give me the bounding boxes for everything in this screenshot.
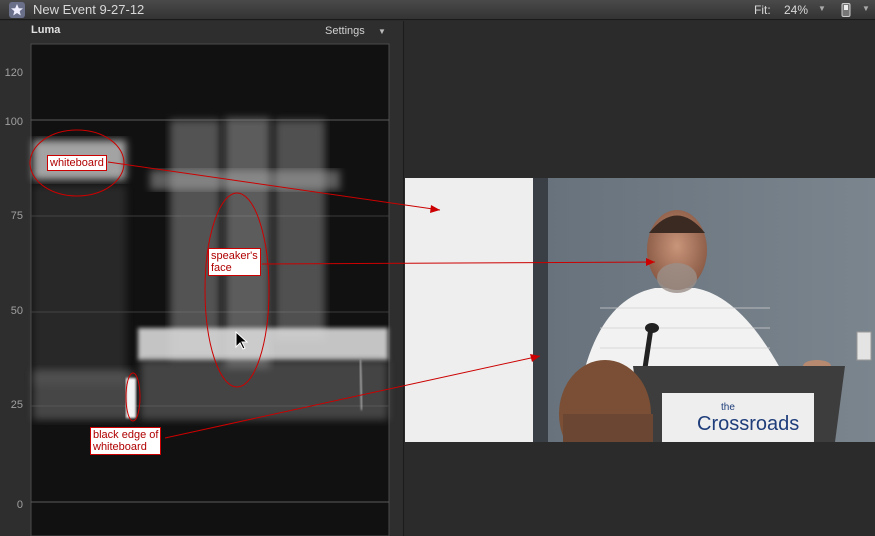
annotation-black-edge: black edge of whiteboard — [90, 427, 162, 455]
annotation-whiteboard: whiteboard — [47, 155, 107, 171]
annotation-speakers-face: speaker's face — [208, 248, 261, 276]
sign-text-crossroads: Crossroads — [697, 413, 799, 435]
fit-label: Fit: — [754, 3, 771, 17]
viewer-switch-icon[interactable] — [841, 3, 851, 17]
zoom-value[interactable]: 24% — [784, 3, 808, 17]
mouse-cursor-icon — [235, 331, 249, 350]
sign-text-the: the — [721, 402, 735, 413]
luma-waveform — [30, 43, 390, 536]
zoom-dropdown-arrow-icon[interactable]: ▼ — [818, 4, 826, 13]
viewer-options-arrow-icon[interactable]: ▼ — [862, 4, 870, 13]
video-frame[interactable]: the Crossroads — [405, 178, 875, 442]
